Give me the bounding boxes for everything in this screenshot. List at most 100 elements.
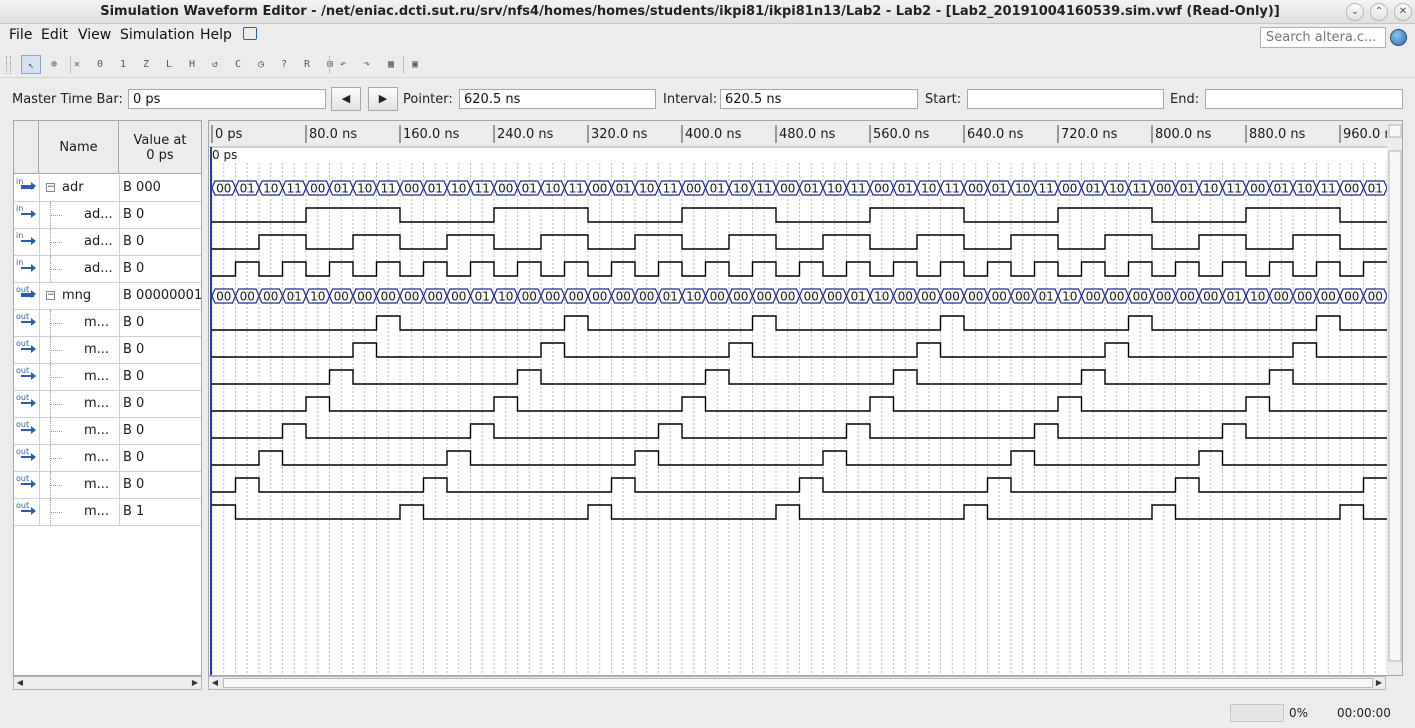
- globe-icon[interactable]: [1390, 29, 1407, 46]
- signal-name-cell[interactable]: m...: [39, 445, 119, 471]
- next-transition-button[interactable]: ▶: [368, 87, 398, 111]
- port-direction-label: out: [16, 339, 30, 348]
- minimize-button[interactable]: ⌄: [1346, 3, 1364, 21]
- bus-value-label: 10: [263, 182, 278, 196]
- waveform-scroll-thumb[interactable]: [223, 678, 1373, 688]
- signal-name-cell[interactable]: ad...: [39, 256, 119, 282]
- waveform-canvas[interactable]: 0 ps 80.0 ns 160.0 ns 240.0 ns 320.0 ns 400.0…: [209, 121, 1403, 676]
- signal-list-scrollbar[interactable]: ◀ ▶: [13, 676, 202, 690]
- tip-icon[interactable]: [243, 27, 257, 40]
- scroll-left-icon[interactable]: ◀: [14, 677, 26, 689]
- menu-view[interactable]: View: [78, 27, 111, 43]
- close-button[interactable]: ✕: [1394, 3, 1412, 21]
- overwrite-clock-icon[interactable]: ◷: [251, 55, 271, 74]
- signal-name: m...: [84, 450, 110, 465]
- signal-row[interactable]: out − mng B 00000001: [14, 283, 201, 310]
- signal-name-cell[interactable]: − adr: [39, 175, 119, 201]
- start-label: Start:: [925, 92, 962, 107]
- bus-value-label: 01: [1039, 290, 1054, 304]
- bus-value-label: 10: [1250, 290, 1265, 304]
- bus-value-label: 00: [545, 290, 560, 304]
- weak-high-icon[interactable]: H: [182, 55, 202, 74]
- signal-name-cell[interactable]: ad...: [39, 229, 119, 255]
- port-direction-label: in: [16, 204, 24, 213]
- selection-tool-icon[interactable]: ↖: [21, 55, 41, 74]
- header-name[interactable]: Name: [39, 121, 119, 174]
- header-value[interactable]: Value at 0 ps: [119, 133, 201, 163]
- signal-name-cell[interactable]: m...: [39, 418, 119, 444]
- signal-row[interactable]: in ad... B 0: [14, 256, 201, 283]
- weak-low-icon[interactable]: L: [159, 55, 179, 74]
- pointer-field[interactable]: [459, 89, 656, 109]
- signal-name-cell[interactable]: m...: [39, 310, 119, 336]
- bus-value-label: 00: [1344, 182, 1359, 196]
- menu-file[interactable]: File: [9, 27, 32, 43]
- signal-name-cell[interactable]: m...: [39, 499, 119, 525]
- signal-row[interactable]: in ad... B 0: [14, 202, 201, 229]
- waveform-hscrollbar[interactable]: ◀ ▶: [208, 676, 1386, 690]
- bus-value-label: 00: [1086, 290, 1101, 304]
- bus-value-label: 00: [757, 290, 772, 304]
- invert-icon[interactable]: ↺: [205, 55, 225, 74]
- zoom-tool-icon[interactable]: ⊕: [44, 55, 64, 74]
- bus-value-label: 11: [1133, 182, 1148, 196]
- bus-value-label: 00: [710, 290, 725, 304]
- search-input[interactable]: [1260, 27, 1386, 48]
- signal-name-cell[interactable]: − mng: [39, 283, 119, 309]
- signal-name-cell[interactable]: m...: [39, 472, 119, 498]
- scroll-right-icon[interactable]: ▶: [189, 677, 201, 689]
- nav-next-transition-icon[interactable]: ↷: [357, 55, 377, 74]
- menu-edit[interactable]: Edit: [41, 27, 68, 43]
- bus-value-label: 01: [240, 182, 255, 196]
- grid-view-icon[interactable]: ▦: [381, 55, 401, 74]
- forcing-low-icon[interactable]: 0: [90, 55, 110, 74]
- collapse-icon[interactable]: −: [46, 291, 55, 300]
- signal-row[interactable]: out m... B 0: [14, 472, 201, 499]
- interval-field[interactable]: [720, 89, 918, 109]
- bus-value-label: 00: [1062, 182, 1077, 196]
- signal-name-cell[interactable]: m...: [39, 337, 119, 363]
- signal-row[interactable]: out m... B 0: [14, 391, 201, 418]
- bus-value-label: 00: [263, 290, 278, 304]
- nav-prev-transition-icon[interactable]: ↶: [333, 55, 353, 74]
- bus-value-label: 01: [1368, 182, 1383, 196]
- overwrite-value-icon[interactable]: R: [297, 55, 317, 74]
- prev-transition-button[interactable]: ◀: [331, 87, 361, 111]
- random-values-icon[interactable]: ?: [274, 55, 294, 74]
- wave-scroll-left-icon[interactable]: ◀: [209, 677, 221, 689]
- high-impedance-icon[interactable]: Z: [136, 55, 156, 74]
- forcing-high-icon[interactable]: 1: [113, 55, 133, 74]
- port-direction-label: in: [16, 258, 24, 267]
- signal-row[interactable]: in − adr B 000: [14, 175, 201, 202]
- bus-value-label: 00: [827, 290, 842, 304]
- menu-simulation[interactable]: Simulation: [120, 27, 195, 43]
- signal-name-cell[interactable]: ad...: [39, 202, 119, 228]
- port-direction-label: in: [16, 231, 24, 240]
- signal-value: B 000: [119, 175, 201, 201]
- bus-value-label: 10: [639, 182, 654, 196]
- signal-row[interactable]: in ad... B 0: [14, 229, 201, 256]
- master-time-bar-field[interactable]: [128, 89, 326, 109]
- collapse-icon[interactable]: −: [46, 183, 55, 192]
- menu-help[interactable]: Help: [200, 27, 232, 43]
- signal-name-cell[interactable]: m...: [39, 391, 119, 417]
- waveform-panel[interactable]: 0 ps 80.0 ns 160.0 ns 240.0 ns 320.0 ns 400.0…: [208, 120, 1403, 676]
- signal-name-cell[interactable]: m...: [39, 364, 119, 390]
- signal-row[interactable]: out m... B 1: [14, 499, 201, 526]
- signal-row[interactable]: out m... B 0: [14, 364, 201, 391]
- toolbar-grip[interactable]: [6, 56, 11, 74]
- wave-scroll-right-icon[interactable]: ▶: [1373, 677, 1385, 689]
- signal-value: B 0: [119, 202, 201, 228]
- bus-value-label: 01: [475, 290, 490, 304]
- signal-row[interactable]: out m... B 0: [14, 337, 201, 364]
- maximize-button[interactable]: ⌃: [1370, 3, 1388, 21]
- bus-value-label: 11: [475, 182, 490, 196]
- header-value-line2: 0 ps: [146, 148, 174, 163]
- end-field[interactable]: [1205, 89, 1403, 109]
- signal-row[interactable]: out m... B 0: [14, 418, 201, 445]
- start-field[interactable]: [967, 89, 1164, 109]
- signal-row[interactable]: out m... B 0: [14, 445, 201, 472]
- count-value-icon[interactable]: C: [228, 55, 248, 74]
- group-view-icon[interactable]: ▣: [405, 55, 425, 74]
- signal-row[interactable]: out m... B 0: [14, 310, 201, 337]
